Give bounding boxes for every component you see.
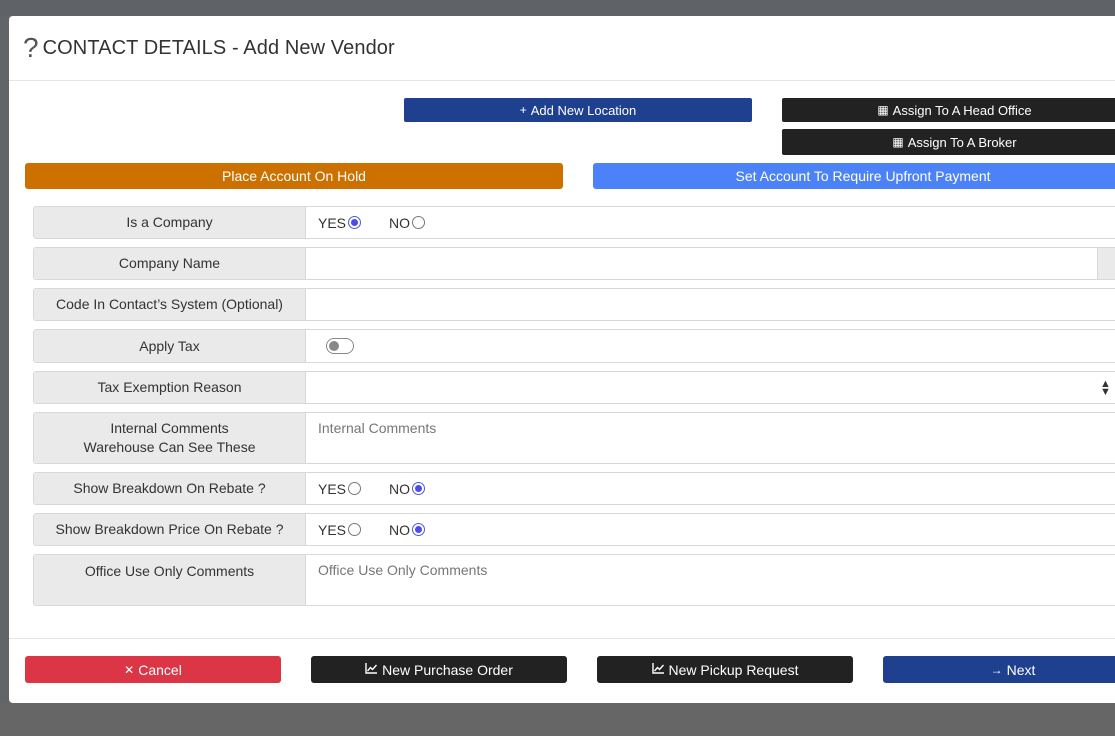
internal-comments-label-line2: Warehouse Can See These — [83, 439, 256, 455]
place-account-on-hold-button[interactable]: Place Account On Hold — [25, 163, 563, 189]
breakdown-price-rebate-no-radio[interactable] — [412, 523, 426, 536]
assign-head-office-button[interactable]: ▦ Assign To A Head Office — [782, 98, 1115, 122]
breakdown-rebate-label: Show Breakdown On Rebate ? — [34, 473, 306, 504]
breakdown-price-rebate-yes-label: YES — [318, 521, 347, 538]
internal-comments-label-line1: Internal Comments — [110, 420, 229, 436]
is-company-options: YES NO — [306, 207, 1115, 238]
apply-tax-cell — [306, 330, 1115, 362]
office-comments-row: Office Use Only Comments Office Use Only… — [33, 554, 1115, 606]
tax-exemption-select[interactable]: ▲ ▼ — [306, 372, 1115, 403]
sort-arrows-icon: ▲ ▼ — [1100, 378, 1111, 398]
is-company-no-option[interactable]: NO — [389, 214, 426, 231]
office-comments-textarea[interactable]: Office Use Only Comments — [306, 555, 1115, 605]
breakdown-rebate-yes-radio[interactable] — [348, 482, 362, 495]
breakdown-price-rebate-no-label: NO — [389, 521, 411, 538]
breakdown-rebate-radio-group: YES NO — [318, 481, 453, 497]
next-button[interactable]: → Next — [883, 656, 1115, 683]
company-name-addon[interactable] — [1098, 248, 1115, 279]
close-icon: ✕ — [124, 662, 135, 677]
chart-icon — [651, 662, 665, 677]
backdrop-top — [0, 0, 1115, 16]
require-upfront-payment-button[interactable]: Set Account To Require Upfront Payment — [593, 163, 1115, 189]
is-company-yes-radio[interactable] — [348, 216, 362, 229]
contact-code-row: Code In Contact’s System (Optional) — [33, 288, 1115, 321]
breakdown-rebate-row: Show Breakdown On Rebate ? YES NO — [33, 472, 1115, 505]
breakdown-price-rebate-yes-option[interactable]: YES — [318, 521, 362, 538]
is-company-radio-group: YES NO — [318, 215, 453, 231]
company-name-label: Company Name — [34, 248, 306, 279]
internal-comments-label: Internal Comments Warehouse Can See Thes… — [34, 413, 306, 463]
breakdown-rebate-no-label: NO — [389, 480, 411, 497]
is-company-label: Is a Company — [34, 207, 306, 238]
is-company-yes-label: YES — [318, 214, 347, 231]
contact-code-input[interactable] — [306, 289, 1115, 320]
breakdown-rebate-no-radio[interactable] — [412, 482, 426, 495]
contact-code-label: Code In Contact’s System (Optional) — [34, 289, 306, 320]
help-icon[interactable]: ? — [23, 34, 39, 62]
office-comments-placeholder: Office Use Only Comments — [318, 562, 488, 578]
is-company-no-label: NO — [389, 214, 411, 231]
apply-tax-row: Apply Tax — [33, 329, 1115, 363]
breakdown-price-rebate-options: YES NO — [306, 514, 1115, 545]
office-comments-label: Office Use Only Comments — [34, 555, 306, 605]
add-new-location-button[interactable]: + Add New Location — [404, 98, 752, 122]
breakdown-rebate-no-option[interactable]: NO — [389, 480, 426, 497]
backdrop-left — [0, 16, 9, 703]
chart-icon — [365, 662, 378, 677]
require-upfront-payment-label: Set Account To Require Upfront Payment — [735, 168, 991, 184]
breakdown-rebate-yes-label: YES — [318, 480, 347, 497]
tax-exemption-label: Tax Exemption Reason — [34, 372, 306, 403]
internal-comments-textarea[interactable]: Internal Comments — [306, 413, 1115, 463]
place-account-on-hold-label: Place Account On Hold — [222, 168, 366, 184]
assign-broker-button[interactable]: ▦ Assign To A Broker — [782, 129, 1115, 155]
plus-icon: + — [519, 103, 527, 117]
next-label: Next — [1006, 661, 1036, 678]
is-company-row: Is a Company YES NO — [33, 206, 1115, 239]
backdrop-bottom — [0, 703, 1115, 736]
assign-head-office-label: Assign To A Head Office — [892, 102, 1032, 118]
breakdown-price-rebate-row: Show Breakdown Price On Rebate ? YES NO — [33, 513, 1115, 546]
company-name-input[interactable] — [306, 248, 1098, 279]
footer-divider — [9, 638, 1115, 639]
add-new-location-label: Add New Location — [530, 102, 637, 118]
new-pickup-request-label: New Pickup Request — [668, 661, 799, 678]
new-purchase-order-label: New Purchase Order — [382, 661, 513, 678]
building-icon: ▦ — [892, 135, 904, 149]
cancel-button[interactable]: ✕ Cancel — [25, 656, 281, 683]
apply-tax-toggle[interactable] — [326, 338, 354, 354]
new-pickup-request-button[interactable]: New Pickup Request — [597, 656, 853, 683]
modal-title: CONTACT DETAILS - Add New Vendor — [42, 36, 395, 59]
breakdown-price-rebate-label: Show Breakdown Price On Rebate ? — [34, 514, 306, 545]
breakdown-rebate-options: YES NO — [306, 473, 1115, 504]
assign-broker-label: Assign To A Broker — [907, 134, 1017, 150]
breakdown-rebate-yes-option[interactable]: YES — [318, 480, 362, 497]
breakdown-price-rebate-no-option[interactable]: NO — [389, 521, 426, 538]
new-purchase-order-button[interactable]: New Purchase Order — [311, 656, 567, 683]
arrow-right-icon: → — [990, 662, 1003, 677]
breakdown-price-rebate-yes-radio[interactable] — [348, 523, 362, 536]
add-vendor-modal: ? CONTACT DETAILS - Add New Vendor + Add… — [9, 16, 1115, 703]
internal-comments-placeholder: Internal Comments — [318, 420, 437, 436]
company-name-row: Company Name — [33, 247, 1115, 280]
company-name-cell — [306, 248, 1115, 279]
breakdown-price-rebate-radio-group: YES NO — [318, 522, 453, 538]
modal-header: ? CONTACT DETAILS - Add New Vendor — [9, 16, 1115, 81]
is-company-no-radio[interactable] — [412, 216, 426, 229]
is-company-yes-option[interactable]: YES — [318, 214, 362, 231]
apply-tax-label: Apply Tax — [34, 330, 306, 362]
building-icon: ▦ — [877, 103, 889, 117]
tax-exemption-row: Tax Exemption Reason ▲ ▼ — [33, 371, 1115, 404]
cancel-label: Cancel — [138, 661, 182, 678]
internal-comments-row: Internal Comments Warehouse Can See Thes… — [33, 412, 1115, 464]
